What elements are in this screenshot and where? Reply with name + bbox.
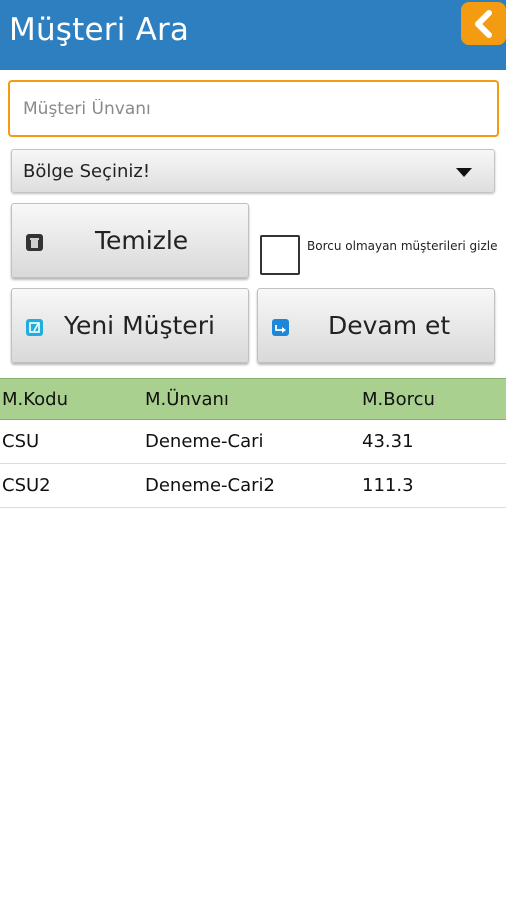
row-debt: 111.3 [362,475,414,496]
row-title: Deneme-Cari2 [145,475,275,496]
new-customer-button[interactable]: Yeni Müşteri [11,288,249,363]
customer-title-search-input[interactable] [8,80,499,137]
continue-button[interactable]: Devam et [257,288,495,363]
column-header-title: M.Ünvanı [145,389,229,410]
region-select[interactable]: Bölge Seçiniz! [11,149,495,193]
row-code: CSU2 [2,475,51,496]
table-row[interactable]: CSU Deneme-Cari 43.31 [0,420,506,464]
clear-button-label: Temizle [95,226,189,255]
back-button[interactable] [461,2,506,45]
forward-icon [272,319,289,336]
chevron-left-icon [474,9,492,38]
new-customer-icon [26,319,43,336]
page-title: Müşteri Ara [9,12,190,48]
new-customer-button-label: Yeni Müşteri [64,311,215,340]
region-select-value: Bölge Seçiniz! [23,161,151,182]
table-row[interactable]: CSU2 Deneme-Cari2 111.3 [0,464,506,508]
hide-no-debt-checkbox[interactable] [260,235,300,275]
dropdown-arrow-icon [456,168,472,177]
row-debt: 43.31 [362,431,414,452]
trash-icon [26,234,43,251]
app-bar: Müşteri Ara [0,0,506,70]
hide-no-debt-label: Borcu olmayan müşterileri gizle [307,239,498,253]
row-code: CSU [2,431,40,452]
row-title: Deneme-Cari [145,431,264,452]
table-header: M.Kodu M.Ünvanı M.Borcu [0,378,506,420]
clear-button[interactable]: Temizle [11,203,249,278]
column-header-debt: M.Borcu [362,389,435,410]
continue-button-label: Devam et [328,311,451,340]
column-header-code: M.Kodu [2,389,69,410]
